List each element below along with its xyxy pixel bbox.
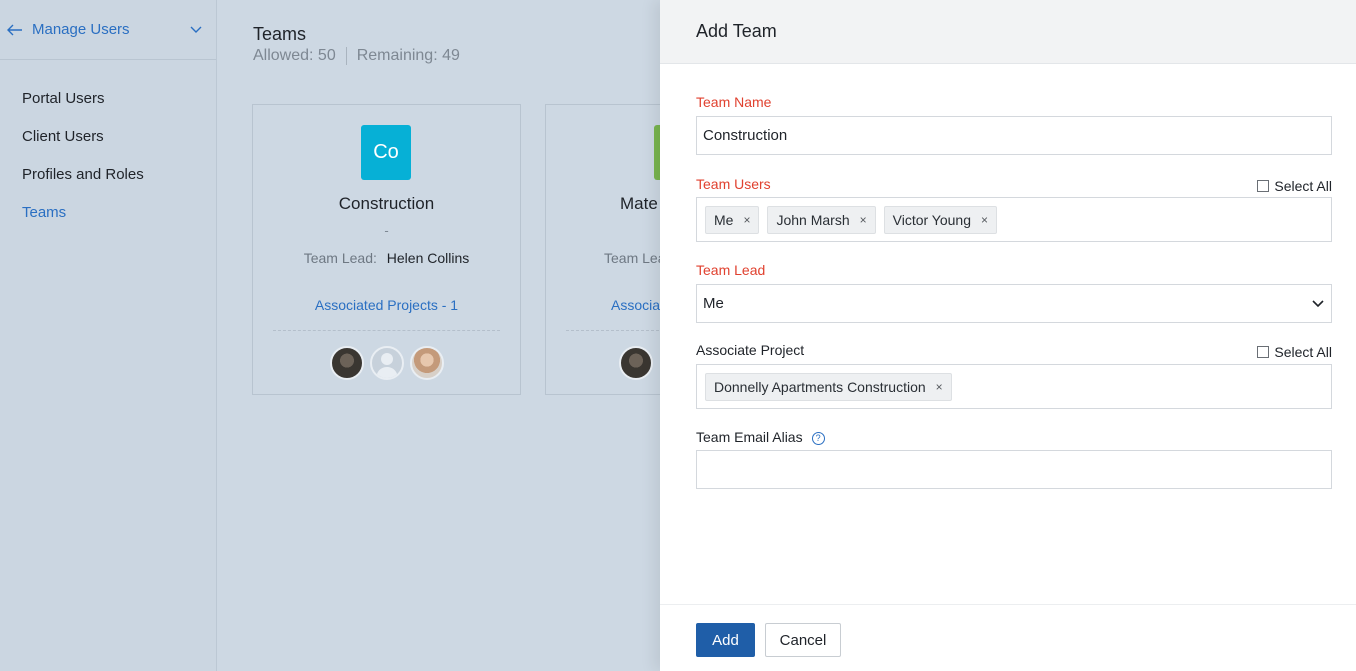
drawer-header: Add Team bbox=[660, 0, 1356, 64]
avatar[interactable] bbox=[619, 346, 653, 380]
remove-tag-icon[interactable]: × bbox=[936, 380, 943, 394]
stats-divider bbox=[345, 47, 347, 65]
associate-project-label: Associate Project bbox=[696, 342, 805, 358]
team-description: - bbox=[384, 223, 389, 238]
team-lead-label: Team Lead bbox=[696, 262, 766, 278]
projects-select-all[interactable]: Select All bbox=[1257, 344, 1332, 360]
select-all-checkbox[interactable] bbox=[1257, 180, 1270, 192]
teams-stats: Allowed: 50 Remaining: 49 bbox=[253, 47, 460, 65]
sidebar-header: Manage Users bbox=[0, 0, 216, 60]
select-all-label: Select All bbox=[1274, 344, 1332, 360]
team-lead-label: Team Lead: bbox=[303, 250, 377, 266]
page-title: Teams bbox=[253, 24, 307, 44]
associate-project-input[interactable]: Donnelly Apartments Construction × bbox=[696, 364, 1332, 409]
manage-users-title[interactable]: Manage Users bbox=[32, 21, 188, 38]
project-tag-label: Donnelly Apartments Construction bbox=[714, 378, 926, 395]
avatar[interactable] bbox=[329, 346, 364, 380]
add-team-drawer: Add Team Team Name Construction Team Use… bbox=[660, 0, 1356, 671]
team-email-alias-label: Team Email Alias? bbox=[696, 429, 825, 445]
chevron-down-icon bbox=[1311, 297, 1325, 311]
add-button[interactable]: Add bbox=[696, 623, 755, 657]
team-member-avatars bbox=[253, 346, 520, 380]
team-users-input[interactable]: Me × John Marsh × Victor Young × bbox=[696, 197, 1332, 242]
user-tag: Victor Young × bbox=[883, 205, 998, 234]
remaining-count: Remaining: 49 bbox=[356, 47, 460, 64]
avatar[interactable] bbox=[369, 346, 404, 380]
back-arrow-icon[interactable] bbox=[6, 21, 24, 39]
team-name-input[interactable]: Construction bbox=[696, 116, 1332, 155]
help-icon[interactable]: ? bbox=[811, 431, 825, 445]
team-avatar: Co bbox=[361, 125, 411, 180]
drawer-footer: Add Cancel bbox=[660, 604, 1356, 671]
sidebar-item-teams[interactable]: Teams bbox=[0, 202, 216, 240]
user-tag: John Marsh × bbox=[767, 205, 876, 234]
team-card[interactable]: Co Construction - Team Lead: Helen Colli… bbox=[252, 104, 521, 395]
user-tag-label: Victor Young bbox=[892, 211, 972, 228]
user-tag: Me × bbox=[705, 205, 760, 234]
project-tag: Donnelly Apartments Construction × bbox=[705, 372, 952, 401]
associated-projects-link[interactable]: Associat bbox=[611, 297, 664, 313]
team-users-label: Team Users bbox=[696, 176, 771, 192]
team-lead-value: Helen Collins bbox=[386, 250, 470, 266]
team-lead-label: Team Lea bbox=[604, 250, 666, 266]
avatar[interactable] bbox=[409, 346, 444, 380]
team-lead-value: Me bbox=[703, 295, 724, 312]
team-lead-select[interactable]: Me bbox=[696, 284, 1332, 323]
chevron-down-icon[interactable] bbox=[188, 22, 204, 38]
remove-tag-icon[interactable]: × bbox=[981, 213, 988, 227]
select-all-checkbox[interactable] bbox=[1257, 346, 1270, 358]
sidebar-nav: Portal Users Client Users Profiles and R… bbox=[0, 60, 216, 240]
sidebar-item-portal-users[interactable]: Portal Users bbox=[0, 88, 216, 126]
team-name-value: Construction bbox=[703, 127, 788, 144]
team-name: Mate bbox=[620, 194, 658, 213]
sidebar: Manage Users Portal Users Client Users P… bbox=[0, 0, 217, 671]
team-lead: Team Lead: Helen Collins bbox=[253, 250, 520, 266]
sidebar-item-client-users[interactable]: Client Users bbox=[0, 126, 216, 164]
team-email-alias-input[interactable] bbox=[696, 450, 1332, 489]
sidebar-item-profiles-and-roles[interactable]: Profiles and Roles bbox=[0, 164, 216, 202]
remove-tag-icon[interactable]: × bbox=[743, 213, 750, 227]
cancel-button[interactable]: Cancel bbox=[765, 623, 841, 657]
allowed-count: Allowed: 50 bbox=[253, 47, 336, 64]
remove-tag-icon[interactable]: × bbox=[860, 213, 867, 227]
associated-projects-link[interactable]: Associated Projects - 1 bbox=[253, 297, 520, 313]
select-all-label: Select All bbox=[1274, 178, 1332, 194]
team-users-select-all[interactable]: Select All bbox=[1257, 178, 1332, 194]
team-email-alias-text: Team Email Alias bbox=[696, 429, 803, 445]
teams-header: Teams Allowed: 50 Remaining: 49 bbox=[253, 24, 460, 65]
main-content: Teams Allowed: 50 Remaining: 49 Co Const… bbox=[218, 0, 745, 671]
card-divider bbox=[273, 330, 500, 331]
team-name-label: Team Name bbox=[696, 94, 772, 110]
user-tag-label: John Marsh bbox=[776, 211, 850, 228]
drawer-title: Add Team bbox=[696, 21, 777, 41]
team-member-avatars bbox=[619, 346, 653, 380]
team-name: Construction bbox=[338, 194, 435, 213]
user-tag-label: Me bbox=[714, 211, 734, 228]
